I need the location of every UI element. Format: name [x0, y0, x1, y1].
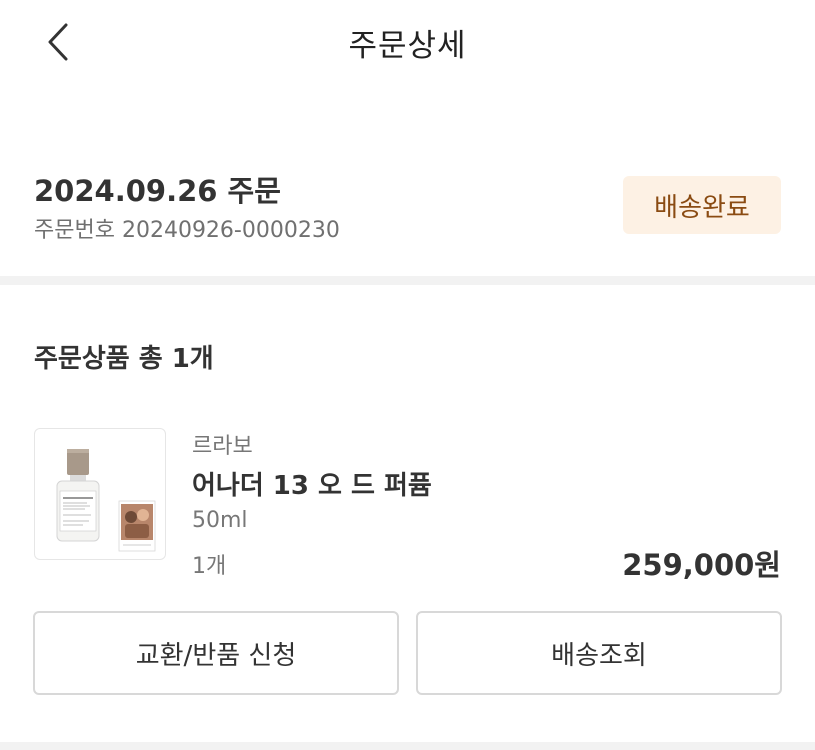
product-brand: 르라보: [192, 434, 253, 459]
section-divider: [0, 276, 815, 285]
page-title: 주문상세: [348, 28, 467, 64]
section-divider: [0, 742, 815, 750]
product-option: 50ml: [192, 508, 248, 533]
order-number: 주문번호 20240926-0000230: [34, 218, 340, 243]
product-price: 259,000원: [622, 548, 781, 582]
order-summary: 2024.09.26 주문 주문번호 20240926-0000230 배송완료: [0, 160, 815, 276]
exchange-return-button[interactable]: 교환/반품 신청: [33, 611, 399, 695]
delivery-tracking-button[interactable]: 배송조회: [416, 611, 782, 695]
product-thumbnail[interactable]: [34, 428, 166, 560]
product-quantity: 1개: [192, 554, 227, 579]
products-section-title: 주문상품 총 1개: [34, 344, 214, 374]
order-date: 2024.09.26 주문: [34, 174, 281, 208]
status-badge: 배송완료: [623, 176, 781, 234]
top-app-bar: 주문상세: [0, 0, 815, 86]
product-name[interactable]: 어나더 13 오 드 퍼퓸: [192, 465, 432, 502]
perfume-bottle-icon: [56, 449, 156, 552]
